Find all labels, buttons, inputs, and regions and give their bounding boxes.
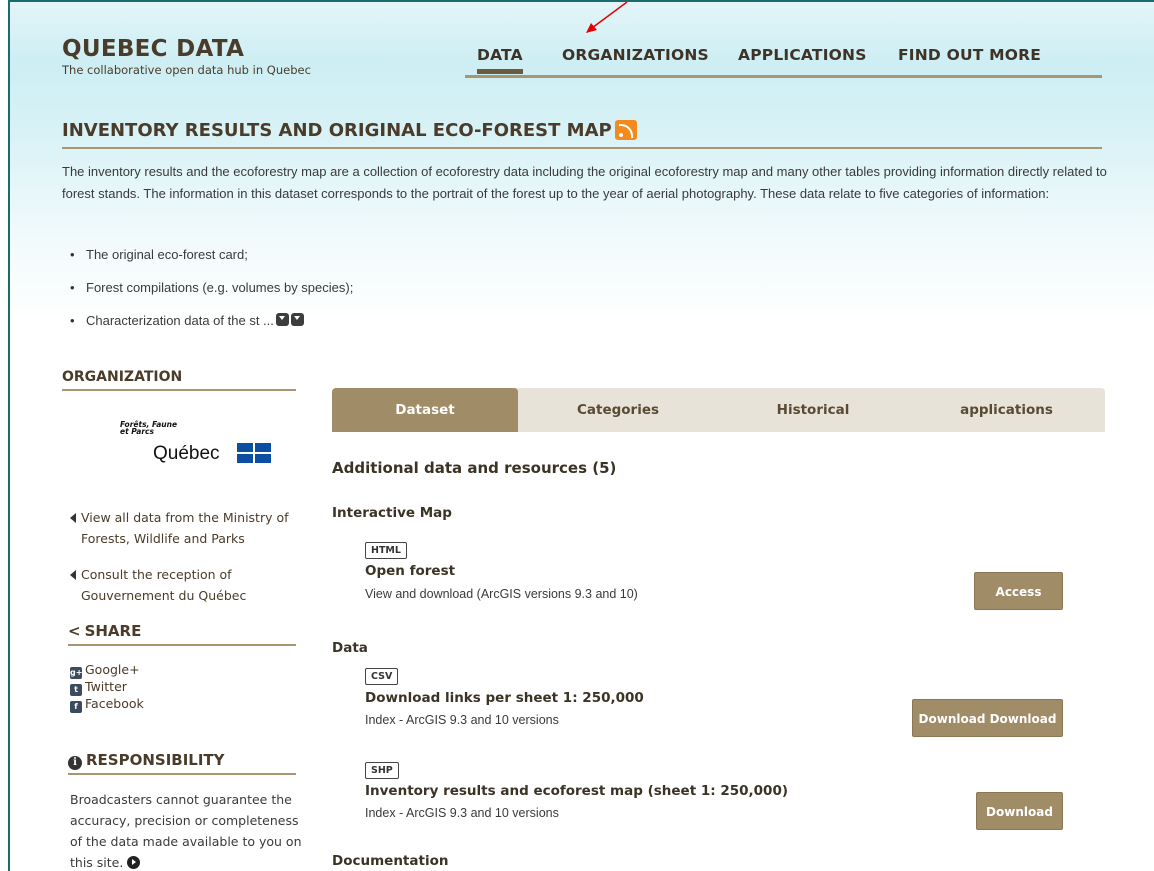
site-title[interactable]: QUEBEC DATA (62, 36, 311, 62)
resource-title-inventory-results[interactable]: Inventory results and ecoforest map (she… (365, 783, 788, 799)
resource-title-download-links[interactable]: Download links per sheet 1: 250,000 (365, 690, 644, 706)
share-heading: < SHARE (68, 622, 296, 646)
tab-applications[interactable]: applications (908, 388, 1105, 432)
dataset-title: INVENTORY RESULTS AND ORIGINAL ECO-FORES… (62, 120, 612, 141)
tab-categories[interactable]: Categories (518, 388, 718, 432)
list-item: Characterization data of the st ... (70, 310, 353, 343)
nav-item-applications[interactable]: APPLICATIONS (738, 46, 867, 64)
tab-historical[interactable]: Historical (718, 388, 908, 432)
download-button[interactable]: Download (976, 792, 1063, 830)
social-links: g+ Google+ t Twitter f Facebook (70, 661, 144, 713)
google-plus-link[interactable]: g+ Google+ (70, 661, 144, 679)
read-more-arrow-icon[interactable] (127, 856, 141, 869)
dataset-description: The inventory results and the ecoforestr… (62, 164, 1107, 201)
group-documentation: Documentation (332, 853, 449, 869)
nav-item-data[interactable]: DATA (477, 46, 523, 74)
resource-title-open-forest[interactable]: Open forest (365, 563, 455, 579)
nav-item-find-out-more[interactable]: FIND OUT MORE (898, 46, 1041, 64)
organization-links: View all data from the Ministry of Fores… (70, 507, 310, 621)
group-interactive-map: Interactive Map (332, 505, 452, 521)
access-button[interactable]: Access (974, 572, 1063, 610)
info-icon: i (68, 756, 82, 770)
logo-line-2: et Parcs (120, 427, 154, 436)
share-icon: < (68, 622, 81, 640)
expand-more-icon[interactable] (275, 313, 289, 326)
format-badge-shp: SHP (365, 762, 399, 779)
expand-all-icon[interactable] (290, 313, 304, 326)
format-badge-csv: CSV (365, 668, 399, 685)
dataset-title-bar: INVENTORY RESULTS AND ORIGINAL ECO-FORES… (62, 120, 1102, 149)
facebook-icon: f (70, 701, 82, 713)
site-brand[interactable]: QUEBEC DATA The collaborative open data … (62, 36, 311, 77)
site-subtitle: The collaborative open data hub in Quebe… (62, 63, 311, 77)
consult-reception-link[interactable]: Consult the reception of Gouvernement du… (70, 564, 310, 606)
dataset-tabs: Dataset Categories Historical applicatio… (332, 388, 1105, 432)
resource-subtitle: Index - ArcGIS 9.3 and 10 versions (365, 713, 559, 727)
list-item: The original eco-forest card; (70, 244, 353, 277)
resource-subtitle: Index - ArcGIS 9.3 and 10 versions (365, 806, 559, 820)
nav-item-organizations[interactable]: ORGANIZATIONS (562, 46, 709, 64)
top-navigation: DATA ORGANIZATIONS APPLICATIONS FIND OUT… (465, 40, 1102, 78)
list-item: Forest compilations (e.g. volumes by spe… (70, 277, 353, 310)
page-frame: QUEBEC DATA The collaborative open data … (8, 0, 1154, 871)
view-ministry-data-link[interactable]: View all data from the Ministry of Fores… (70, 507, 310, 549)
rss-icon[interactable] (614, 120, 637, 140)
responsibility-heading: i RESPONSIBILITY (68, 751, 296, 775)
format-badge-html: HTML (365, 542, 407, 559)
annotation-arrow (586, 2, 628, 33)
resource-subtitle: View and download (ArcGIS versions 9.3 a… (365, 587, 638, 601)
group-data: Data (332, 640, 368, 656)
resources-title: Additional data and resources (5) (332, 459, 617, 477)
tab-dataset[interactable]: Dataset (332, 388, 518, 432)
logo-name: Québec (153, 443, 220, 464)
download-download-button[interactable]: Download Download (912, 699, 1063, 737)
organization-logo[interactable]: Forêts, Faune et Parcs Québec (120, 421, 280, 471)
responsibility-text: Broadcasters cannot guarantee the accura… (70, 792, 302, 870)
quebec-flag-icon (237, 443, 271, 463)
twitter-link[interactable]: t Twitter (70, 678, 144, 696)
facebook-link[interactable]: f Facebook (70, 695, 144, 713)
organization-heading: ORGANIZATION (62, 369, 296, 391)
dataset-bullets: The original eco-forest card; Forest com… (70, 244, 353, 343)
